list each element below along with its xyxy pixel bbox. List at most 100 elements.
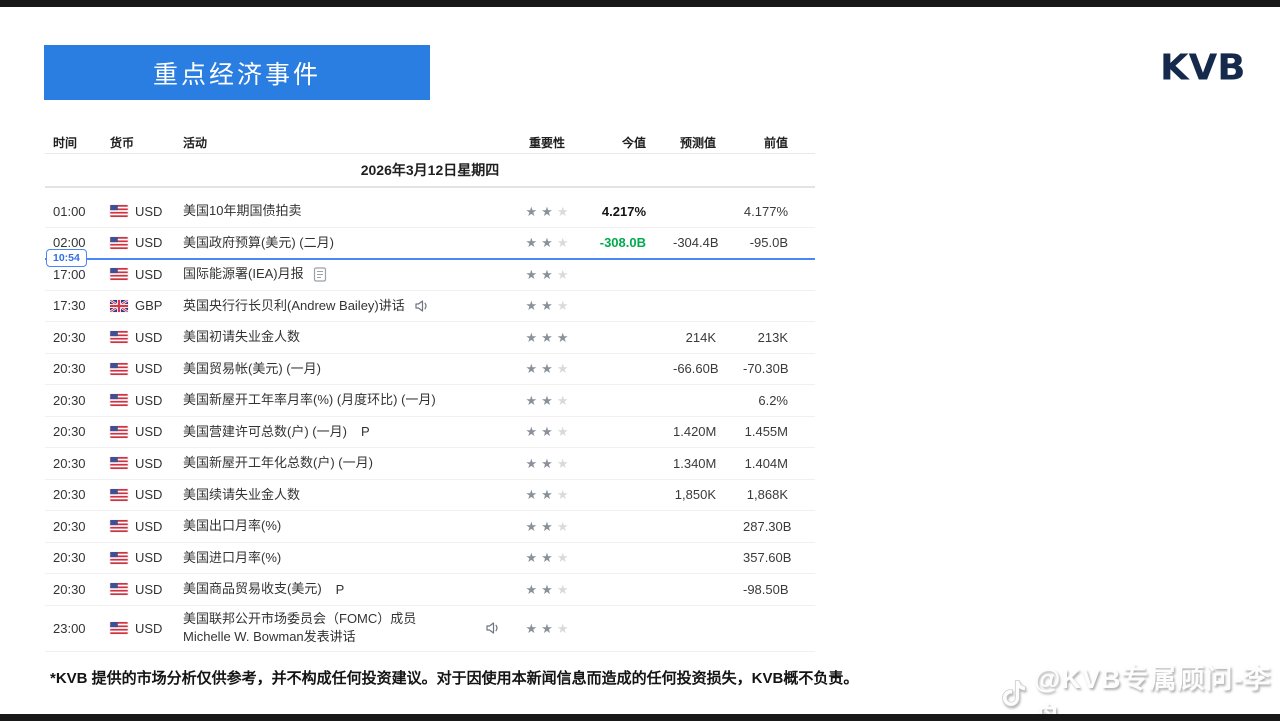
importance-stars: ★★★	[507, 236, 587, 249]
currency-code: USD	[135, 456, 162, 471]
rows-gap	[45, 188, 815, 196]
importance-stars: ★★★	[507, 394, 587, 407]
event-time: 20:30	[45, 424, 102, 439]
currency-code: USD	[135, 582, 162, 597]
event-rows: 01:00USD美国10年期国债拍卖★★★4.217%4.177%02:00US…	[45, 196, 815, 652]
star-filled-icon: ★	[526, 488, 538, 501]
star-empty-icon: ★	[557, 394, 569, 407]
event-row[interactable]: 20:30USD美国新屋开工年率月率(%) (月度环比) (一月)★★★6.2%	[45, 385, 815, 417]
event-row[interactable]: 23:00USD美国联邦公开市场委员会（FOMC）成员Michelle W. B…	[45, 606, 815, 652]
flag-us-icon	[110, 205, 128, 217]
importance-stars: ★★★	[507, 299, 587, 312]
event-time: 20:30	[45, 393, 102, 408]
flag-us-icon	[110, 363, 128, 375]
flag-us-icon	[110, 457, 128, 469]
event-row[interactable]: 17:00USD国际能源署(IEA)月报★★★	[45, 259, 815, 291]
speaker-icon[interactable]	[485, 621, 501, 635]
importance-stars: ★★★	[507, 488, 587, 501]
event-row[interactable]: 20:30USD美国新屋开工年化总数(户) (一月)★★★1.340M1.404…	[45, 448, 815, 480]
col-header-time: 时间	[45, 134, 102, 151]
event-activity: 美国政府预算(美元) (二月)	[175, 234, 507, 252]
speaker-icon[interactable]	[414, 299, 430, 313]
importance-stars: ★★★	[507, 331, 587, 344]
bottom-letterbox-bar	[0, 714, 1280, 721]
event-row[interactable]: 20:30USD美国商品贸易收支(美元)P★★★-98.50B	[45, 574, 815, 606]
document-icon[interactable]	[313, 267, 327, 282]
activity-text: 国际能源署(IEA)月报	[183, 265, 304, 283]
event-time: 20:30	[45, 361, 102, 376]
activity-text: 美国新屋开工年率月率(%) (月度环比) (一月)	[183, 391, 436, 409]
currency-code: USD	[135, 204, 162, 219]
currency-code: USD	[135, 424, 162, 439]
importance-stars: ★★★	[507, 425, 587, 438]
event-row[interactable]: 20:30USD美国出口月率(%)★★★287.30B	[45, 511, 815, 543]
event-row[interactable]: 20:30USD美国贸易帐(美元) (一月)★★★-66.60B-70.30B	[45, 354, 815, 386]
previous-value: 287.30B	[743, 519, 815, 534]
importance-stars: ★★★	[507, 551, 587, 564]
star-empty-icon: ★	[557, 457, 569, 470]
currency-code: USD	[135, 550, 162, 565]
event-row[interactable]: 20:30USD美国初请失业金人数★★★214K213K	[45, 322, 815, 354]
forecast-value: 214K	[673, 330, 743, 345]
table-header: 时间 货币 活动 重要性 今值 预测值 前值	[45, 132, 815, 154]
event-time: 17:30	[45, 298, 102, 313]
event-row[interactable]: 20:30USD美国进口月率(%)★★★357.60B	[45, 543, 815, 575]
star-empty-icon: ★	[557, 583, 569, 596]
star-filled-icon: ★	[541, 488, 553, 501]
event-row[interactable]: 01:00USD美国10年期国债拍卖★★★4.217%4.177%	[45, 196, 815, 228]
flag-us-icon	[110, 552, 128, 564]
current-time-badge: 10:54	[46, 249, 87, 267]
event-currency: USD	[102, 393, 175, 408]
star-empty-icon: ★	[557, 205, 569, 218]
forecast-value: 1,850K	[673, 487, 743, 502]
event-row[interactable]: 20:30USD美国营建许可总数(户) (一月)P★★★1.420M1.455M	[45, 417, 815, 449]
event-row[interactable]: 20:30USD美国续请失业金人数★★★1,850K1,868K	[45, 480, 815, 512]
importance-stars: ★★★	[507, 622, 587, 635]
importance-stars: ★★★	[507, 457, 587, 470]
event-activity: 美国初请失业金人数	[175, 328, 507, 346]
previous-value: 1,868K	[743, 487, 815, 502]
event-activity: 美国10年期国债拍卖	[175, 202, 507, 220]
star-empty-icon: ★	[557, 520, 569, 533]
forecast-value: 1.340M	[673, 456, 743, 471]
event-row[interactable]: 02:00USD美国政府预算(美元) (二月)★★★-308.0B-304.4B…	[45, 228, 815, 260]
event-activity: 美国贸易帐(美元) (一月)	[175, 360, 507, 378]
flag-us-icon	[110, 426, 128, 438]
event-currency: USD	[102, 424, 175, 439]
event-activity: 美国商品贸易收支(美元)P	[175, 580, 507, 598]
forecast-value: -66.60B	[673, 361, 743, 376]
previous-value: -95.0B	[743, 235, 815, 250]
activity-text: 美国初请失业金人数	[183, 328, 300, 346]
star-filled-icon: ★	[541, 394, 553, 407]
event-currency: USD	[102, 582, 175, 597]
star-empty-icon: ★	[557, 299, 569, 312]
event-time: 20:30	[45, 550, 102, 565]
event-time: 20:30	[45, 330, 102, 345]
star-empty-icon: ★	[557, 268, 569, 281]
currency-code: USD	[135, 393, 162, 408]
event-activity: 国际能源署(IEA)月报	[175, 265, 507, 283]
star-filled-icon: ★	[526, 583, 538, 596]
flag-us-icon	[110, 237, 128, 249]
star-filled-icon: ★	[526, 622, 538, 635]
previous-value: -98.50B	[743, 582, 815, 597]
star-filled-icon: ★	[541, 299, 553, 312]
star-filled-icon: ★	[526, 331, 538, 344]
event-row[interactable]: 17:30GBP英国央行行长贝利(Andrew Bailey)讲话★★★	[45, 291, 815, 323]
currency-code: USD	[135, 361, 162, 376]
star-empty-icon: ★	[557, 488, 569, 501]
kvb-logo: KVB	[1160, 47, 1246, 88]
star-filled-icon: ★	[526, 394, 538, 407]
event-time: 01:00	[45, 204, 102, 219]
event-currency: USD	[102, 456, 175, 471]
star-filled-icon: ★	[541, 205, 553, 218]
currency-code: GBP	[135, 298, 162, 313]
previous-value: 4.177%	[743, 204, 815, 219]
event-currency: USD	[102, 621, 175, 636]
star-empty-icon: ★	[557, 362, 569, 375]
activity-text: 美国新屋开工年化总数(户) (一月)	[183, 454, 373, 472]
economic-calendar-table: 时间 货币 活动 重要性 今值 预测值 前值 2026年3月12日星期四 01:…	[45, 132, 815, 652]
importance-stars: ★★★	[507, 583, 587, 596]
top-letterbox-bar	[0, 0, 1280, 7]
event-currency: USD	[102, 267, 175, 282]
